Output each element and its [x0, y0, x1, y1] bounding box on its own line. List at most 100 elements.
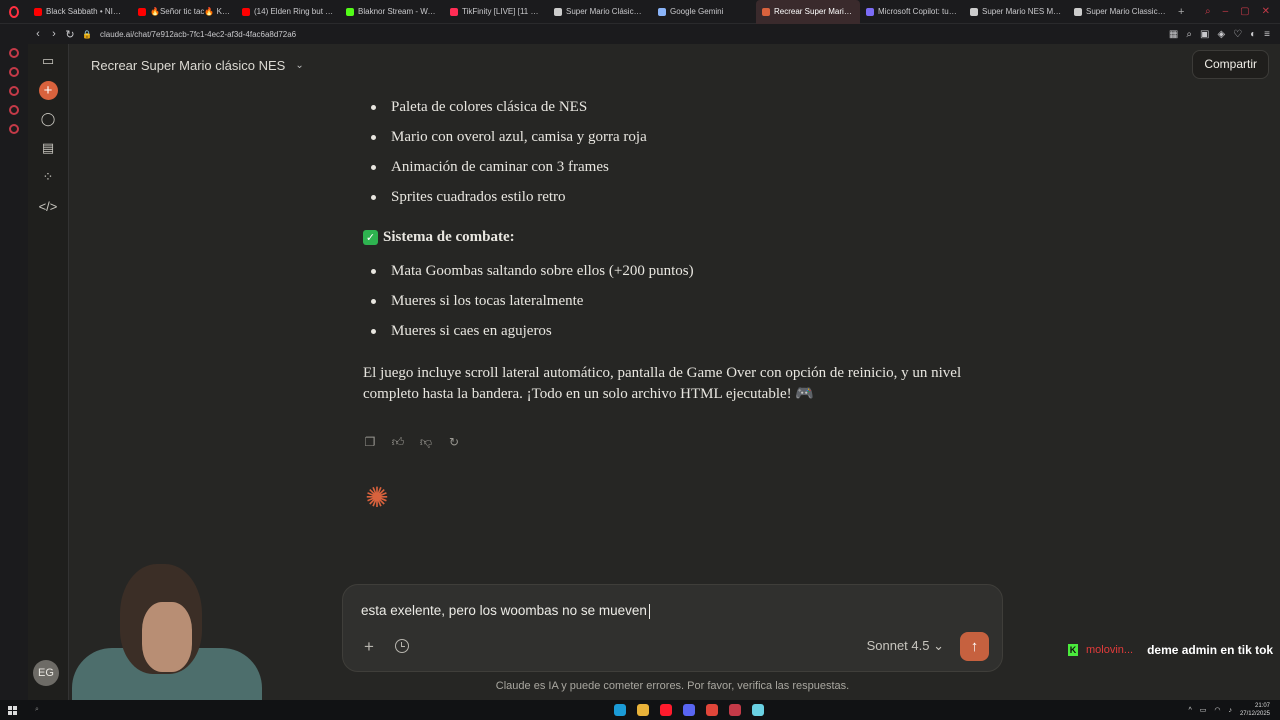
retry-icon[interactable]: ↻	[447, 435, 461, 451]
address-bar-tools: ▦ ⌕ ▣ ◈ ♡ ◐ ≡	[1169, 29, 1280, 40]
browser-tab[interactable]: Blaknor Stream - Watch	[340, 0, 444, 24]
maximize-icon[interactable]: ▢	[1240, 6, 1249, 17]
browser-tab[interactable]: Super Mario NES Mejor	[964, 0, 1068, 24]
tab-favicon-icon	[1074, 7, 1082, 16]
shield-icon[interactable]: ◈	[1217, 29, 1225, 40]
taskbar-search-icon[interactable]: ⌕	[35, 706, 39, 714]
profile-icon[interactable]: ◐	[1250, 29, 1256, 40]
windows-taskbar: ⌕ ^ ▭ ◠ ♪ 21:07 27/12/2025	[0, 700, 1280, 720]
discord-icon[interactable]	[683, 704, 695, 716]
chat-title[interactable]: Recrear Super Mario clásico NES	[91, 58, 285, 73]
file-explorer-icon[interactable]	[637, 704, 649, 716]
browser-tab[interactable]: Black Sabbath • NIB (C	[28, 0, 132, 24]
opera-icon[interactable]	[660, 704, 672, 716]
tab-title: Super Mario NES Mejor	[982, 7, 1062, 16]
url-field[interactable]: claude.ai/chat/7e912acb-7fc1-4ec2-af3d-4…	[100, 30, 296, 39]
clock-date: 27/12/2025	[1239, 711, 1270, 717]
volume-icon[interactable]: ♪	[1228, 707, 1232, 714]
assistant-message: Paleta de colores clásica de NES Mario co…	[363, 96, 973, 405]
history-icon[interactable]	[9, 105, 19, 115]
app-icon[interactable]	[752, 704, 764, 716]
browser-tab[interactable]: Recrear Super Mario clás	[756, 0, 860, 24]
opera-logo-icon[interactable]	[0, 0, 28, 24]
message-actions: ❐ 👍︎ 👎︎ ↻	[363, 435, 461, 451]
attach-plus-icon[interactable]: +	[364, 637, 374, 657]
thumbs-up-icon[interactable]: 👍︎	[391, 435, 405, 451]
list-item: Paleta de colores clásica de NES	[363, 96, 973, 126]
tab-favicon-icon	[242, 7, 250, 16]
window-controls: ⌕ – ▢ ✕	[1205, 6, 1280, 17]
tab-title: Microsoft Copilot: tu co	[878, 7, 958, 16]
opera-gx-icon[interactable]	[729, 704, 741, 716]
chevron-up-icon[interactable]: ^	[1188, 707, 1191, 714]
forward-icon[interactable]: ›	[46, 28, 62, 40]
new-tab-icon[interactable]: +	[1172, 6, 1190, 18]
settings-icon[interactable]	[9, 124, 19, 134]
tab-favicon-icon	[658, 7, 666, 16]
section-heading: ✓ Sistema de combate:	[363, 226, 973, 248]
webcam-face	[142, 602, 192, 672]
kick-icon: K	[1068, 644, 1078, 656]
chats-icon[interactable]: ◯	[36, 107, 60, 131]
browser-tab[interactable]: Super Mario Classic - H	[1068, 0, 1172, 24]
close-window-icon[interactable]: ✕	[1262, 6, 1270, 17]
tab-title: Black Sabbath • NIB (C	[46, 7, 126, 16]
browser-tab[interactable]: Microsoft Copilot: tu co	[860, 0, 964, 24]
messenger-icon[interactable]	[9, 67, 19, 77]
network-icon[interactable]: ◠	[1214, 706, 1220, 714]
windows-start-icon[interactable]	[8, 705, 17, 715]
browser-tab[interactable]: (14) Elden Ring but EVE	[236, 0, 340, 24]
composer-input-text: esta exelente, pero los woombas no se mu…	[361, 603, 647, 618]
tab-favicon-icon	[138, 7, 146, 16]
chrome-icon[interactable]	[706, 704, 718, 716]
claude-spark-icon: ✺	[365, 482, 389, 513]
sidebar-toggle-icon[interactable]: ▭	[36, 49, 60, 73]
back-icon[interactable]: ‹	[30, 28, 46, 40]
minimize-icon[interactable]: –	[1223, 6, 1229, 17]
section-title: Sistema de combate:	[383, 228, 515, 245]
browser-tab[interactable]: 🔥Señor tic tac🔥 KARA	[132, 0, 236, 24]
display-icon[interactable]: ▭	[1200, 706, 1207, 714]
code-icon[interactable]: </>	[36, 194, 60, 218]
artifacts-icon[interactable]: ⁘	[36, 165, 60, 189]
browser-tab[interactable]: Super Mario Clásico HT	[548, 0, 652, 24]
reload-icon[interactable]: ↻	[62, 28, 78, 41]
thumbs-down-icon[interactable]: 👎︎	[419, 435, 433, 451]
extensions-icon[interactable]: ▦	[1169, 29, 1178, 40]
tab-title: Blaknor Stream - Watch	[358, 7, 438, 16]
zoom-icon[interactable]: ⌕	[1186, 29, 1192, 40]
tab-favicon-icon	[866, 7, 874, 16]
tab-title: 🔥Señor tic tac🔥 KARA	[150, 7, 230, 16]
copy-icon[interactable]: ❐	[363, 435, 377, 451]
projects-icon[interactable]: ▤	[36, 136, 60, 160]
taskbar-clock[interactable]: 21:07 27/12/2025	[1240, 702, 1270, 718]
message-composer[interactable]: esta exelente, pero los woombas no se mu…	[342, 584, 1003, 672]
tab-favicon-icon	[346, 7, 354, 16]
model-selector[interactable]: Sonnet 4.5 ⌄	[867, 638, 944, 654]
heart-icon[interactable]: ♡	[1233, 29, 1242, 40]
browser-tab[interactable]: Google Gemini	[652, 0, 756, 24]
extended-thinking-icon[interactable]	[395, 639, 409, 653]
lock-icon[interactable]: 🔒	[82, 30, 92, 39]
new-chat-button[interactable]: +	[36, 78, 60, 102]
browser-tab[interactable]: TikFinity [LIVE] [11 View	[444, 0, 548, 24]
composer-input[interactable]: esta exelente, pero los woombas no se mu…	[361, 603, 650, 619]
aria-icon[interactable]	[9, 48, 19, 58]
search-tabs-icon[interactable]: ⌕	[1205, 6, 1211, 17]
send-button[interactable]: ↑	[960, 632, 989, 661]
whatsapp-icon[interactable]	[9, 86, 19, 96]
chat-header: Recrear Super Mario clásico NES ⌄ Compar…	[69, 44, 1280, 86]
steam-icon[interactable]	[614, 704, 626, 716]
list-item: Mueres si los tocas lateralmente	[363, 290, 973, 320]
snapshot-icon[interactable]: ▣	[1200, 29, 1209, 40]
tab-title: (14) Elden Ring but EVE	[254, 7, 334, 16]
text-caret	[648, 603, 650, 619]
tab-title: TikFinity [LIVE] [11 View	[462, 7, 542, 16]
tab-list: Black Sabbath • NIB (C 🔥Señor tic tac🔥 KA…	[28, 0, 1172, 24]
share-button[interactable]: Compartir	[1192, 50, 1269, 79]
chevron-down-icon[interactable]: ⌄	[295, 60, 303, 71]
arrow-up-icon: ↑	[970, 638, 979, 655]
menu-icon[interactable]: ≡	[1264, 29, 1270, 40]
clock-time: 21:07	[1254, 703, 1270, 709]
tab-title: Recrear Super Mario clás	[774, 7, 854, 16]
